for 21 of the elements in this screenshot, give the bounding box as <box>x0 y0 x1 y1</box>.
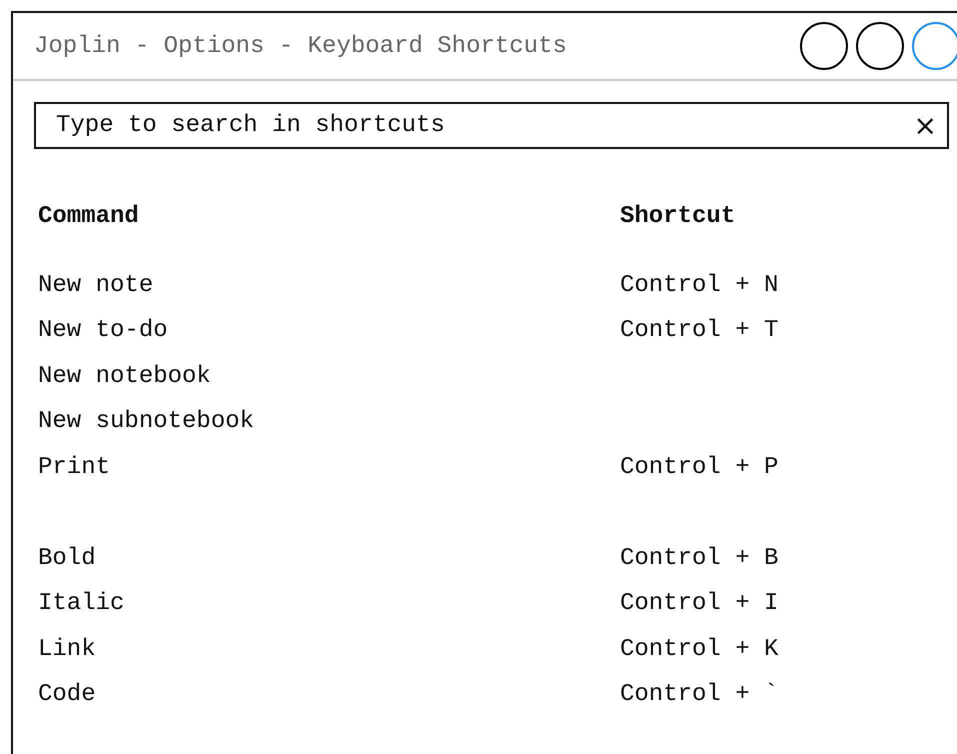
column-header: Shortcut <box>620 203 736 230</box>
shortcut-cell-text: Control + K <box>620 636 780 663</box>
command-cell-text: New subnotebook <box>38 408 256 436</box>
command-cell-text: Print <box>38 454 112 481</box>
command-cell-text: Italic <box>38 590 126 618</box>
column-header: Command <box>38 203 140 230</box>
shortcut-cell-text: Control + P <box>620 454 780 481</box>
command-cell-text: New notebook <box>38 362 212 390</box>
shortcut-cell-text: Control + B <box>620 544 780 572</box>
shortcut-cell-text: Control + ` <box>620 681 780 708</box>
command-cell-text: Code <box>38 681 97 708</box>
command-cell-text: Link <box>38 636 97 663</box>
command-cell-text: New note <box>38 272 154 299</box>
shortcut-cell-text: Control + T <box>620 317 780 344</box>
search-field[interactable]: Type to search in shortcuts × <box>34 102 949 149</box>
command-cell-text: New to-do <box>38 317 169 344</box>
command-cell-text: Bold <box>38 544 97 572</box>
clear-button[interactable]: × <box>910 112 941 140</box>
shortcut-cell-text: Control + I <box>620 590 780 618</box>
window-title: Joplin - Options - Keyboard Shortcuts <box>34 32 567 60</box>
shortcut-cell-text: Control + N <box>620 272 780 299</box>
